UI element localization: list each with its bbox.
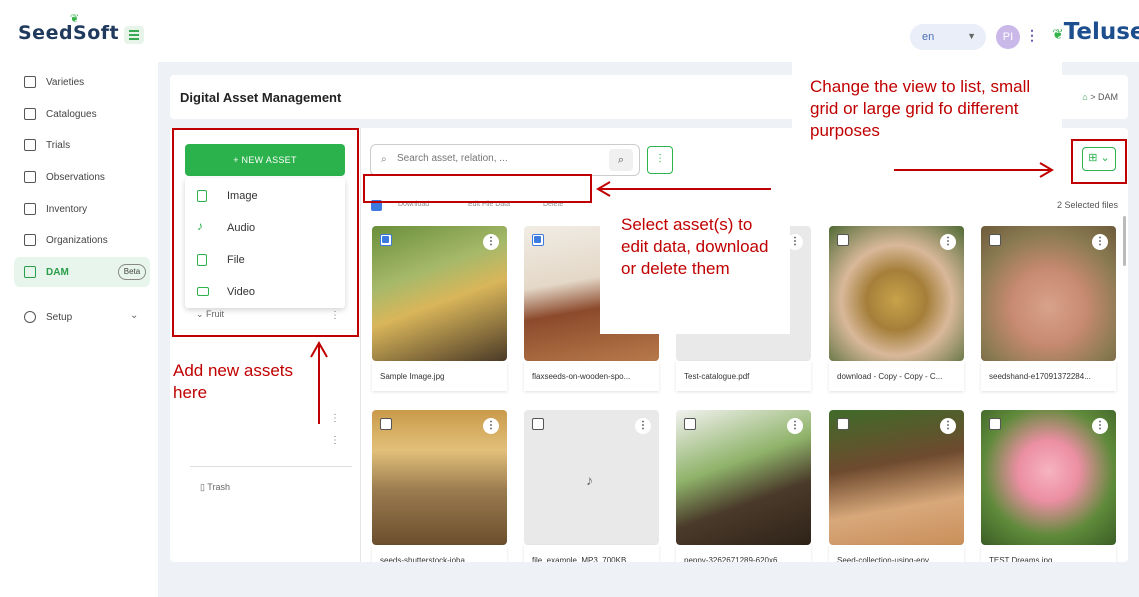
selected-count: 2 Selected files	[1056, 200, 1118, 210]
annotation-view-box	[1071, 139, 1127, 184]
asset-name: download - Copy - Copy - C...	[829, 361, 964, 391]
top-bar: SeedSoft❦ en ▼ PI ⋮ ❦Telusem	[0, 0, 1139, 62]
annotation-new-asset-box	[172, 128, 359, 337]
home-icon[interactable]: ⌂	[1082, 92, 1087, 102]
sidebar-item-label: Observations	[46, 172, 105, 183]
avatar[interactable]: PI	[996, 25, 1020, 49]
varieties-icon	[24, 76, 36, 88]
sidebar-item-organizations[interactable]: Organizations	[14, 225, 150, 255]
sidebar-item-trials[interactable]: Trials	[14, 130, 150, 160]
trials-icon	[24, 139, 36, 151]
asset-checkbox[interactable]	[837, 234, 849, 246]
folder-icon	[24, 266, 36, 278]
asset-name: Seed-collection-using-env...	[829, 545, 964, 562]
annotation-toolbar-box	[363, 174, 592, 203]
asset-name: Test-catalogue.pdf	[676, 361, 811, 391]
folder-trash[interactable]: ▯ Trash	[200, 482, 230, 493]
breadcrumb-current[interactable]: > DAM	[1090, 92, 1118, 102]
beta-badge: Beta	[118, 264, 146, 280]
inventory-icon	[24, 203, 36, 215]
asset-options-icon[interactable]: ⋮	[1092, 234, 1108, 250]
asset-name: flaxseeds-on-wooden-spo...	[524, 361, 659, 391]
asset-name: seeds-shutterstock-ioha...	[372, 545, 507, 562]
catalogue-icon	[24, 108, 36, 120]
leaf-icon: ❦	[1052, 27, 1064, 43]
asset-options-icon[interactable]: ⋮	[483, 418, 499, 434]
asset-checkbox[interactable]	[684, 418, 696, 430]
asset-checkbox[interactable]	[532, 418, 544, 430]
search-field[interactable]: ⌕ ⌕	[370, 144, 640, 176]
asset-options-icon[interactable]: ⋮	[483, 234, 499, 250]
divider	[190, 466, 352, 467]
asset-checkbox[interactable]	[989, 418, 1001, 430]
search-icon: ⌕	[381, 154, 387, 165]
observations-icon	[24, 171, 36, 183]
folder-options-icon[interactable]: ⋮	[330, 413, 340, 424]
breadcrumb: ⌂ > DAM	[1082, 92, 1118, 102]
chevron-down-icon: ▼	[967, 31, 976, 41]
asset-checkbox[interactable]	[989, 234, 1001, 246]
asset-options-icon[interactable]: ⋮	[635, 418, 651, 434]
folder-label: Trash	[207, 482, 230, 492]
annotation-select-text: Select asset(s) to edit data, download o…	[621, 215, 769, 278]
gear-icon	[24, 311, 36, 323]
asset-options-icon[interactable]: ⋮	[1092, 418, 1108, 434]
filter-button[interactable]: ⫶	[647, 146, 673, 174]
sidebar-item-catalogues[interactable]: Catalogues	[14, 99, 150, 129]
page-title: Digital Asset Management	[180, 90, 342, 105]
chevron-down-icon: ⌄	[130, 310, 139, 321]
search-input[interactable]	[397, 153, 597, 164]
asset-checkbox[interactable]	[837, 418, 849, 430]
sidebar-item-observations[interactable]: Observations	[14, 162, 150, 192]
language-select[interactable]: en ▼	[910, 24, 986, 50]
sidebar-item-label: DAM	[46, 267, 69, 278]
organizations-icon	[24, 234, 36, 246]
filter-icon: ⫶	[658, 152, 662, 166]
sidebar-item-setup[interactable]: Setup ⌄	[14, 302, 150, 332]
sidebar-item-dam[interactable]: DAM Beta	[14, 257, 150, 287]
sidebar-item-label: Catalogues	[46, 109, 97, 120]
hamburger-line	[129, 38, 139, 40]
sidebar-item-label: Organizations	[46, 235, 108, 246]
sidebar-item-inventory[interactable]: Inventory	[14, 194, 150, 224]
language-value: en	[922, 31, 935, 43]
sidebar-item-label: Trials	[46, 140, 71, 151]
asset-options-icon[interactable]: ⋮	[787, 418, 803, 434]
search-button[interactable]: ⌕	[609, 149, 633, 171]
scrollbar[interactable]	[1123, 216, 1126, 266]
telusem-logo: ❦Telusem	[1052, 19, 1139, 45]
asset-checkbox[interactable]	[380, 418, 392, 430]
asset-name: file_example_MP3_700KB...	[524, 545, 659, 562]
sidebar-item-label: Varieties	[46, 77, 85, 88]
sidebar-item-label: Setup	[46, 312, 73, 323]
asset-name: TEST Dreams.jpg	[981, 545, 1116, 562]
menu-toggle-button[interactable]	[124, 26, 144, 44]
annotation-view-text: Change the view to list, small grid or l…	[810, 77, 1031, 140]
hamburger-line	[129, 34, 139, 36]
hamburger-line	[129, 30, 139, 32]
seedsoft-logo[interactable]: SeedSoft ❦	[18, 12, 119, 44]
asset-name: peppy-3262671289-620x6...	[676, 545, 811, 562]
sprout-icon: ❦	[70, 12, 80, 25]
sidebar-item-label: Inventory	[46, 204, 88, 215]
sidebar: Varieties Catalogues Trials Observations…	[0, 62, 158, 597]
annotation-add-text: Add new assets here	[173, 361, 294, 402]
divider	[360, 128, 361, 562]
music-note-icon: ♪	[586, 472, 593, 488]
asset-options-icon[interactable]: ⋮	[940, 234, 956, 250]
asset-options-icon[interactable]: ⋮	[940, 418, 956, 434]
sidebar-item-varieties[interactable]: Varieties	[14, 67, 150, 97]
asset-checkbox[interactable]	[532, 234, 544, 246]
folder-options-icon[interactable]: ⋮	[330, 435, 340, 446]
asset-name: seedshand-e17091372284...	[981, 361, 1116, 391]
asset-name: Sample Image.jpg	[372, 361, 507, 391]
asset-checkbox[interactable]	[380, 234, 392, 246]
more-options-icon[interactable]: ⋮	[1025, 27, 1039, 44]
